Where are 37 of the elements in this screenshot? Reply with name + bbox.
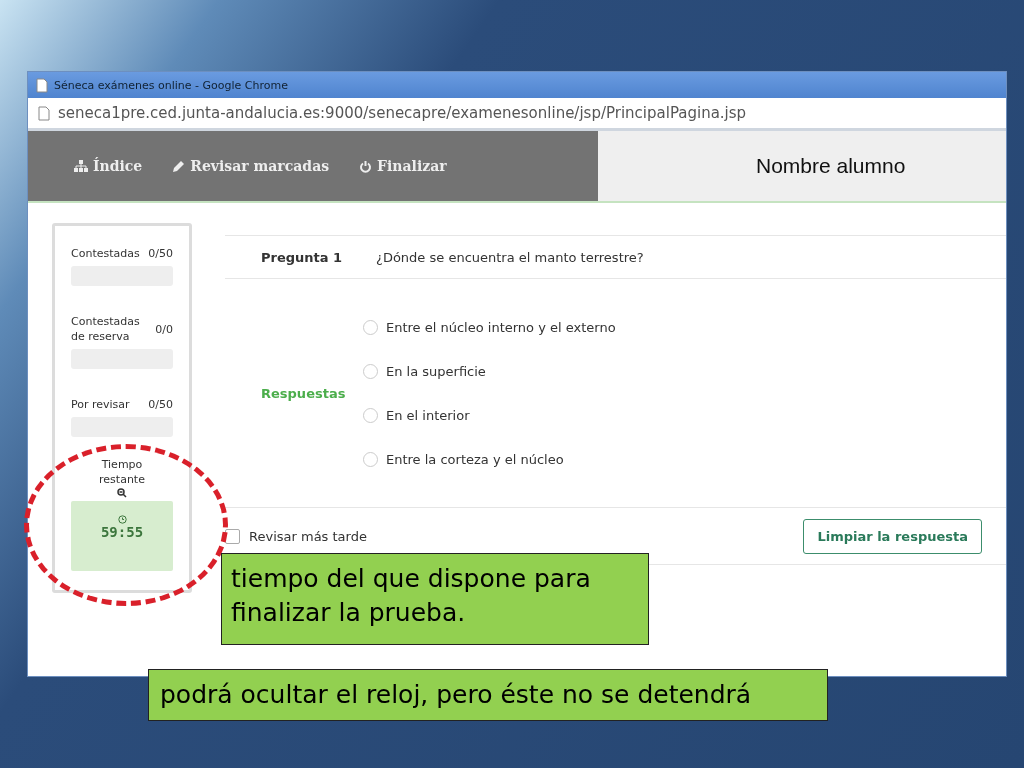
question-number: Pregunta 1 xyxy=(260,249,344,265)
nav-link[interactable]: Índice xyxy=(74,158,143,174)
radio-button[interactable] xyxy=(363,319,378,335)
student-name: Nombre alumno xyxy=(598,131,1006,201)
zoom-icon[interactable] xyxy=(117,488,127,498)
question-text: ¿Dónde se encuentra el manto terrestre? xyxy=(376,249,644,265)
checkbox-label[interactable]: Revisar más tarde xyxy=(249,528,367,544)
timer-label: Tiempo restante xyxy=(98,457,146,487)
radio-button[interactable] xyxy=(363,407,378,423)
answer-option[interactable]: Entre el núcleo interno y el externo xyxy=(386,319,616,335)
page-icon xyxy=(36,77,48,93)
page-icon xyxy=(38,105,50,121)
address-bar[interactable]: seneca1pre.ced.junta-andalucia.es:9000/senecapre/examenesonline/jsp/PrincipalPagina.jsp xyxy=(58,104,747,122)
stat-label: Por revisar xyxy=(71,397,130,412)
window-title: Séneca exámenes online - Google Chrome xyxy=(54,78,288,92)
clock-icon xyxy=(117,515,127,524)
callout-note: podrá ocultar el reloj, pero éste no se detendrá xyxy=(148,669,828,721)
radio-button[interactable] xyxy=(363,451,378,467)
answer-option[interactable]: En la superficie xyxy=(386,363,486,379)
answer-option[interactable]: En el interior xyxy=(386,407,470,423)
answers-label: Respuestas xyxy=(260,385,347,401)
clear-answer-button[interactable]: Limpiar la respuesta xyxy=(803,518,982,554)
checkbox[interactable] xyxy=(225,528,240,544)
timer-time: 59:55 xyxy=(100,524,144,540)
radio-button[interactable] xyxy=(363,363,378,379)
nav-link[interactable]: Revisar marcadas xyxy=(172,158,330,174)
callout-note: tiempo del que dispone para finalizar la prueba. xyxy=(221,553,649,645)
answer-option[interactable]: Entre la corteza y el núcleo xyxy=(386,451,564,467)
sitemap-icon xyxy=(74,160,88,172)
power-icon xyxy=(359,159,373,173)
stat-count: 0/0 xyxy=(155,321,173,337)
stat-label: Contestadas de reserva xyxy=(71,314,141,344)
stat-label: Contestadas xyxy=(71,246,140,261)
pencil-icon xyxy=(172,159,186,173)
stat-count: 0/50 xyxy=(148,246,173,261)
stat-count: 0/50 xyxy=(148,397,173,412)
nav-link[interactable]: Finalizar xyxy=(359,158,447,174)
